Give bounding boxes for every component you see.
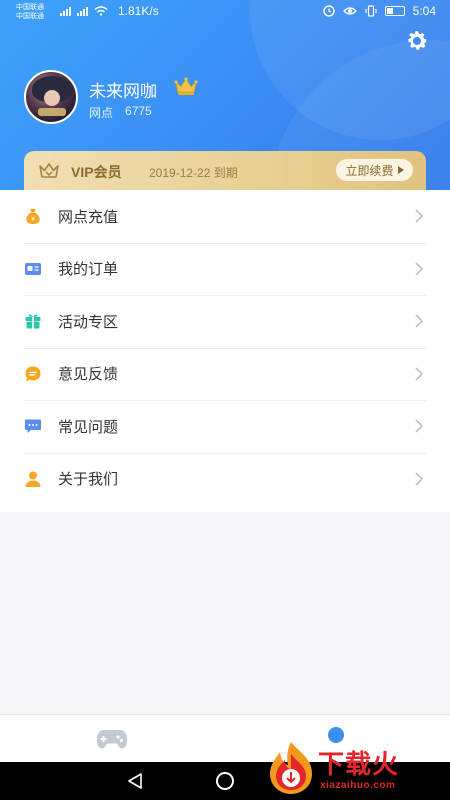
status-right: 5:04 — [322, 4, 436, 18]
points-value: 6775 — [125, 104, 152, 118]
eye-icon — [342, 7, 357, 15]
points-label: 网点 — [89, 106, 114, 120]
menu-label-recharge: 网点充值 — [58, 208, 119, 226]
vip-title: VIP会员 — [71, 164, 122, 180]
menu-item-faq[interactable]: 常见问题 — [0, 400, 450, 453]
feedback-bubble-icon — [25, 366, 41, 382]
chevron-right-icon — [415, 261, 424, 276]
vip-crown-icon — [39, 163, 59, 178]
menu-list: ¥ 网点充值 我的订单 活动专区 意见反馈 常见问题 关于我们 — [0, 190, 450, 512]
home-circle-icon[interactable] — [216, 772, 234, 790]
points-info: 网点 6775 — [89, 104, 152, 121]
chevron-right-icon — [415, 314, 424, 328]
username: 未来网咖 — [89, 82, 157, 101]
avatar-logo — [38, 108, 66, 116]
chevron-right-icon — [415, 471, 424, 486]
watermark-url: xiazaihuo.com — [320, 780, 396, 791]
settings-gear-icon[interactable] — [404, 28, 430, 54]
wifi-icon — [94, 6, 108, 16]
vip-expiry: 2019-12-22 到期 — [149, 166, 238, 180]
signal-icon — [60, 6, 108, 16]
flame-logo-icon — [270, 742, 312, 794]
vibrate-icon — [365, 5, 377, 17]
coin-bag-icon: ¥ — [26, 209, 40, 225]
carrier-1: 中国联通 — [16, 4, 44, 11]
status-bar: 中国联通 中国联通 1.81K/s 5:04 — [0, 0, 450, 24]
menu-item-activities[interactable]: 活动专区 — [0, 295, 450, 348]
chevron-right-icon — [415, 366, 424, 381]
person-icon — [25, 471, 41, 487]
avatar-face — [44, 90, 60, 106]
chevron-right-icon — [415, 209, 424, 223]
menu-label-feedback: 意见反馈 — [58, 366, 119, 384]
network-speed: 1.81K/s — [118, 4, 159, 18]
watermark-text: 下载火 — [318, 749, 400, 779]
vip-card[interactable]: VIP会员 2019-12-22 到期 立即续费 — [24, 151, 426, 191]
faq-chat-icon — [25, 419, 41, 434]
carrier-labels: 中国联通 中国联通 — [16, 3, 44, 21]
order-card-icon — [25, 262, 41, 275]
menu-label-about: 关于我们 — [58, 471, 119, 489]
renew-label: 立即续费 — [345, 163, 394, 178]
clock-time: 5:04 — [412, 4, 436, 18]
battery-icon — [384, 6, 405, 16]
carrier-2: 中国联通 — [16, 13, 44, 20]
back-triangle-icon[interactable] — [126, 772, 144, 790]
avatar[interactable] — [24, 70, 78, 124]
menu-label-activities: 活动专区 — [58, 313, 119, 331]
gamepad-tab-icon[interactable] — [96, 727, 128, 751]
menu-item-about[interactable]: 关于我们 — [0, 452, 450, 506]
svg-text:¥: ¥ — [31, 216, 35, 223]
gift-icon — [25, 314, 41, 329]
menu-item-orders[interactable]: 我的订单 — [0, 242, 450, 296]
play-arrow-icon — [397, 166, 404, 174]
menu-label-orders: 我的订单 — [58, 261, 119, 279]
menu-label-faq: 常见问题 — [58, 418, 119, 436]
renew-button[interactable]: 立即续费 — [336, 159, 413, 181]
menu-item-feedback[interactable]: 意见反馈 — [0, 347, 450, 401]
menu-item-recharge[interactable]: ¥ 网点充值 — [0, 190, 450, 243]
alarm-icon — [322, 5, 335, 17]
chevron-right-icon — [415, 419, 424, 433]
crown-icon — [174, 77, 198, 95]
watermark: 下载火 xiazaihuo.com — [262, 736, 450, 800]
